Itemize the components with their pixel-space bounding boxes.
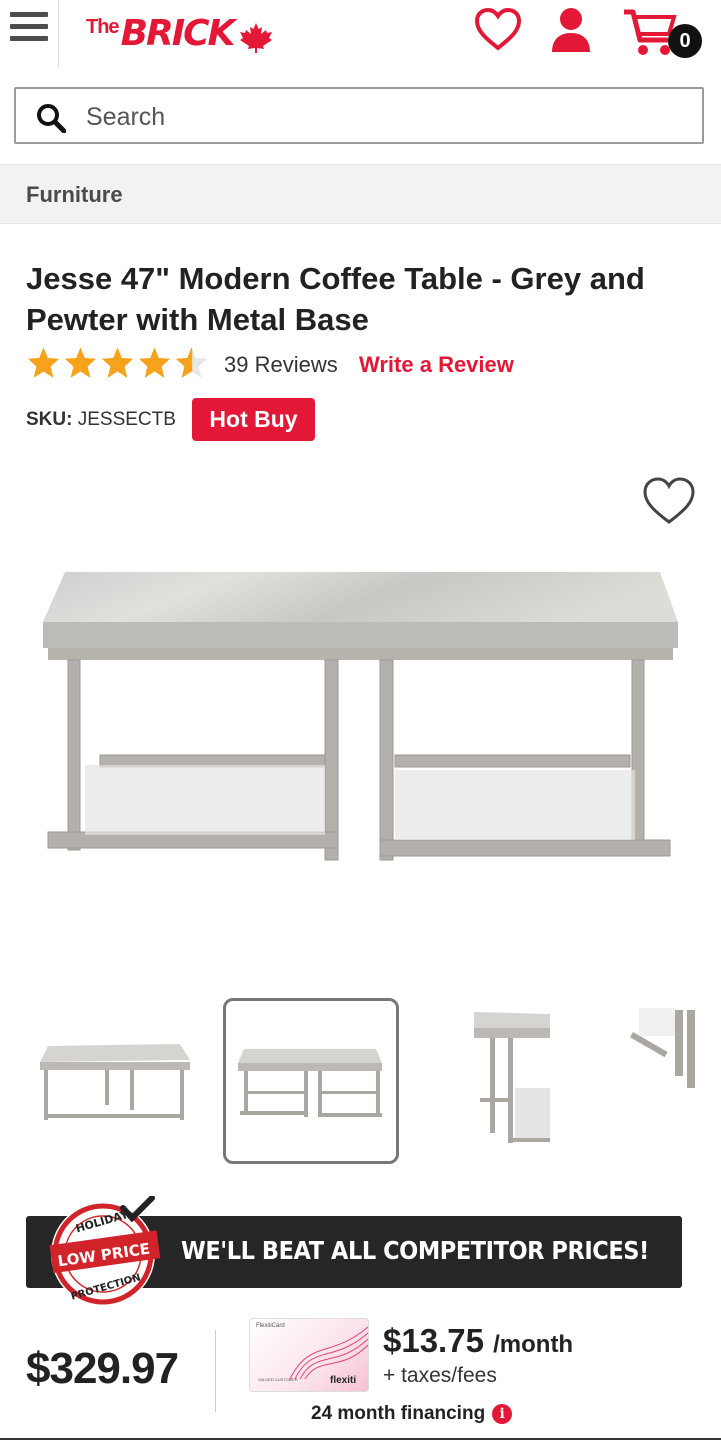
search-input[interactable] [84, 99, 688, 135]
star-half-icon [175, 347, 208, 378]
add-to-wishlist-heart-icon[interactable] [640, 474, 698, 528]
cart-count-badge: 0 [668, 24, 702, 58]
search-bar [14, 87, 704, 144]
write-review-link[interactable]: Write a Review [359, 352, 514, 378]
flexiti-card-image: FlexitiCard VALUED CUSTOMER flexiti [249, 1318, 369, 1392]
price-divider [215, 1330, 216, 1412]
rating-stars[interactable] [26, 346, 211, 380]
header-divider [58, 0, 59, 68]
promo-headline: WE'LL BEAT ALL COMPETITOR PRICES! [181, 1236, 649, 1265]
sku-line: SKU: JESSECTB [26, 409, 176, 431]
flexiti-card-holder: VALUED CUSTOMER [258, 1377, 298, 1382]
logo-brick: BRICK [120, 13, 236, 54]
thumbnail-2-selected[interactable] [223, 998, 399, 1164]
logo-the: The [86, 16, 120, 38]
thumbnail-4[interactable] [625, 998, 721, 1164]
per-month-label: /month [493, 1331, 574, 1358]
info-icon[interactable]: i [492, 1404, 513, 1424]
review-count[interactable]: 39 Reviews [224, 352, 338, 378]
thumbnail-strip [0, 998, 721, 1168]
financing-term: 24 month financing i [311, 1403, 513, 1425]
monthly-amount: $13.75 [383, 1322, 484, 1359]
sku-label: SKU: [26, 409, 73, 430]
thumbnail-3[interactable] [460, 998, 636, 1164]
wishlist-heart-icon[interactable] [474, 6, 522, 54]
product-title: Jesse 47" Modern Coffee Table - Grey and… [26, 261, 645, 337]
search-icon[interactable] [36, 103, 66, 133]
breadcrumb-furniture[interactable]: Furniture [26, 182, 123, 208]
star-full-icon [64, 347, 97, 378]
hot-buy-badge: Hot Buy [192, 398, 315, 441]
thumbnail-1[interactable] [30, 998, 206, 1164]
product-price: $329.97 [26, 1344, 179, 1393]
sku-value: JESSECTB [77, 409, 176, 430]
holiday-low-price-protection-badge: HOLIDAY LOW PRICE PROTECTION [49, 1196, 161, 1306]
breadcrumb: Furniture [0, 164, 721, 224]
menu-icon[interactable] [10, 12, 48, 48]
financing-label: 24 month financing [311, 1403, 486, 1424]
flexiti-brand: flexiti [330, 1375, 357, 1386]
star-full-icon [101, 347, 134, 378]
monthly-payment: $13.75 /month [383, 1322, 573, 1360]
taxes-note: + taxes/fees [383, 1364, 497, 1387]
star-full-icon [27, 347, 60, 378]
account-icon[interactable] [548, 6, 594, 54]
star-full-icon [138, 347, 171, 378]
maple-leaf-icon [240, 23, 273, 53]
product-main-image[interactable] [40, 560, 685, 875]
brick-logo[interactable]: The BRICK [86, 12, 273, 56]
site-header: The BRICK 0 [0, 0, 721, 82]
